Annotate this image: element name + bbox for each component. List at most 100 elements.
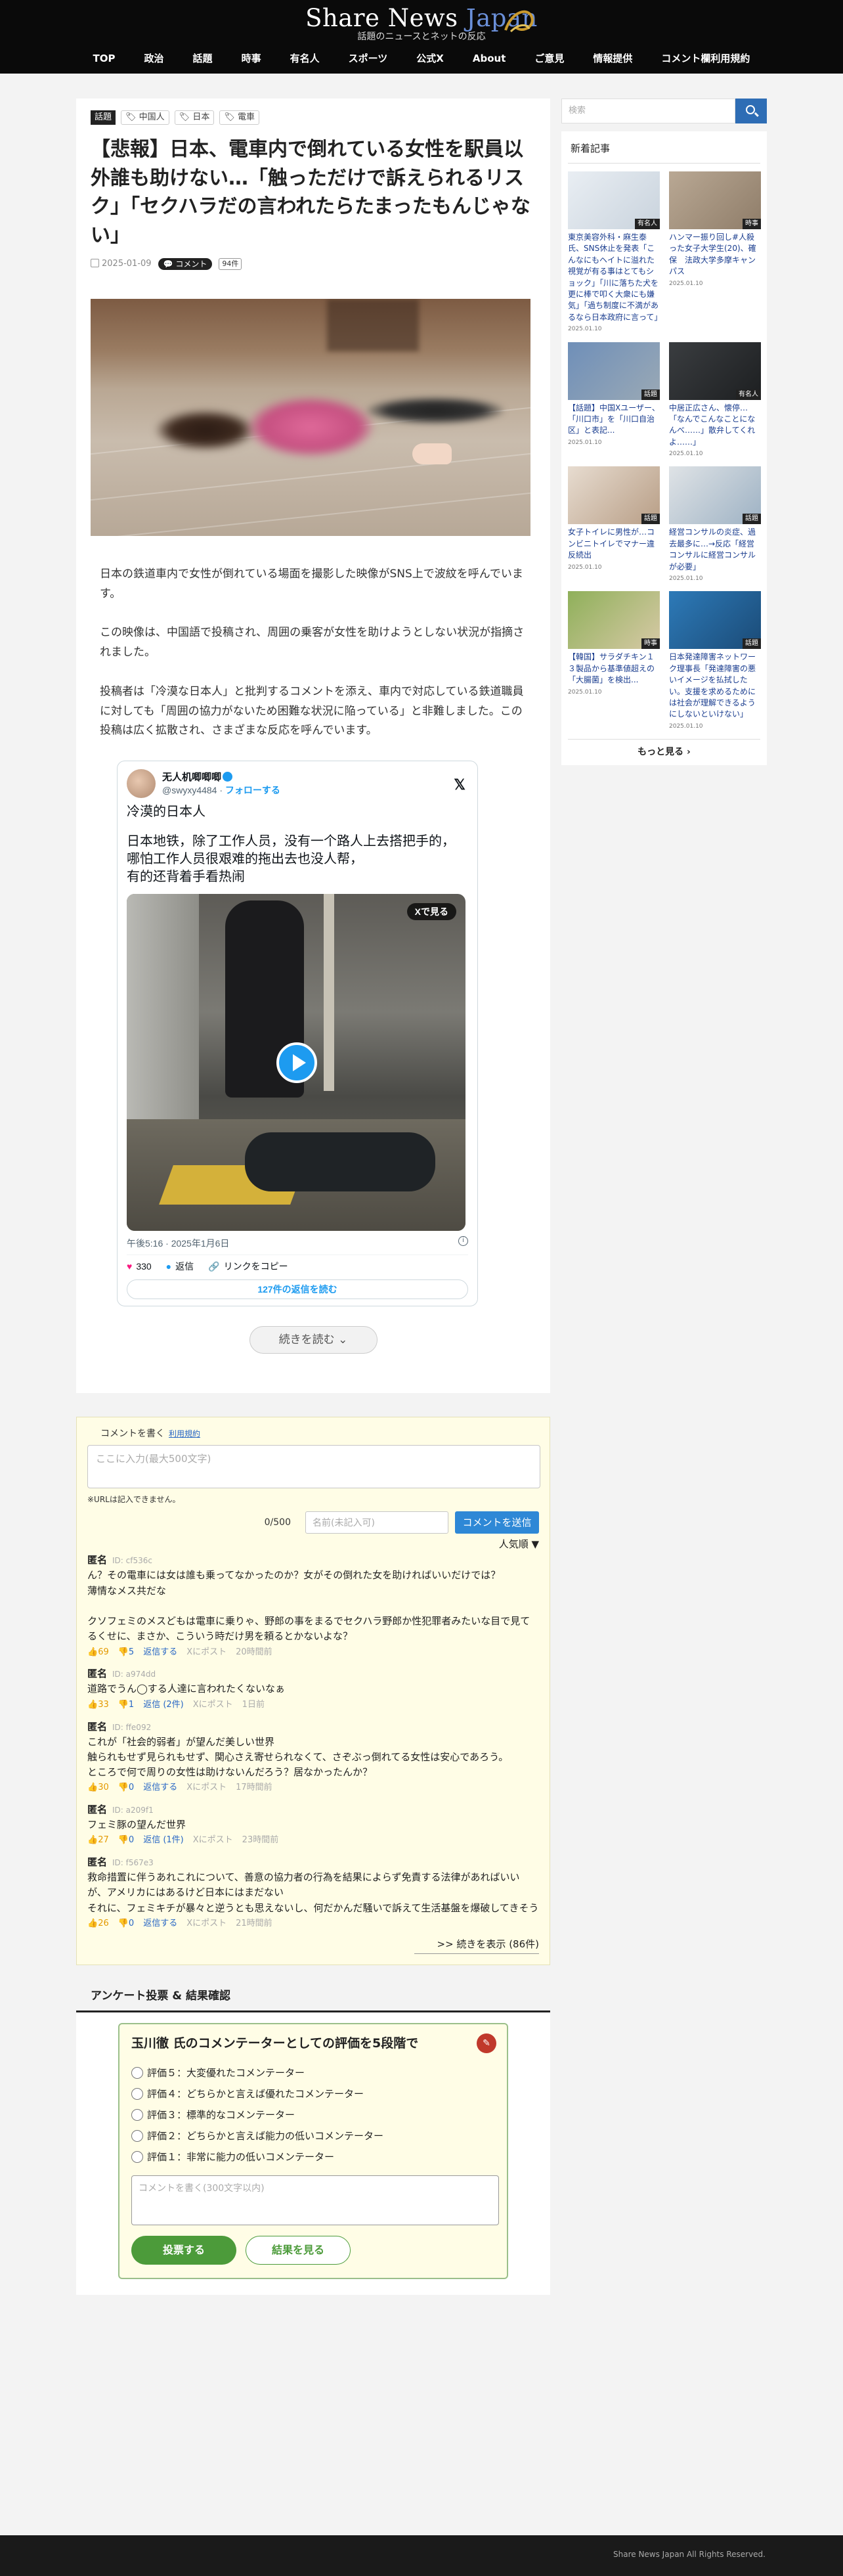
x-post-link[interactable]: Xにポスト <box>186 1917 227 1931</box>
survey-option[interactable]: 評価３：標準的なコメンテーター <box>131 2104 495 2125</box>
article-link[interactable]: ハンマー振り回し#人殺った女子大学生(20)、確保 法政大学多摩キャンパス <box>669 232 761 278</box>
survey-comment-textarea[interactable]: コメントを書く(300文字以内) <box>131 2175 499 2226</box>
like-button[interactable]: ♥ 330 <box>127 1259 152 1274</box>
copy-link-button[interactable]: 🔗 リンクをコピー <box>208 1259 288 1274</box>
reply-link[interactable]: 返信する <box>143 1917 177 1931</box>
article-link[interactable]: 経営コンサルの炎症、過去最多に…→反応「経営コンサルに経営コンサルが必要」 <box>669 527 761 573</box>
nav-item-tips[interactable]: 情報提供 <box>578 50 647 67</box>
article-thumbnail[interactable]: 話題 <box>568 466 660 525</box>
nav-item-topics[interactable]: 話題 <box>179 50 227 67</box>
article-thumbnail[interactable]: 有名人 <box>669 342 761 400</box>
good-button[interactable]: 👍33 <box>87 1699 109 1712</box>
new-article-card[interactable]: 話題 女子トイレに男性が…コンビニトイレでマナー違反続出 2025.01.10 <box>568 466 660 583</box>
tag[interactable]: 🏷 日本 <box>174 110 215 125</box>
play-icon[interactable] <box>276 1042 317 1084</box>
follow-link[interactable]: フォローする <box>225 785 280 795</box>
bad-button[interactable]: 👎1 <box>118 1699 134 1712</box>
reply-link[interactable]: 返信 (2件) <box>143 1699 184 1712</box>
see-more-link[interactable]: もっと見る › <box>568 739 760 759</box>
bad-button[interactable]: 👎0 <box>118 1834 134 1848</box>
reply-link[interactable]: 返信 (1件) <box>143 1834 184 1848</box>
nav-item-feedback[interactable]: ご意見 <box>520 50 578 67</box>
new-article-card[interactable]: 有名人 東京美容外科・麻生泰氏、SNS休止を発表「こんなにもヘイトに溢れた視覚が有… <box>568 171 662 334</box>
x-post-link[interactable]: Xにポスト <box>186 1781 227 1795</box>
article-thumbnail[interactable]: 話題 <box>568 342 660 400</box>
comment-actions: 👍33 👎1 返信 (2件) Xにポスト 1日前 <box>87 1699 539 1712</box>
article-thumbnail[interactable]: 話題 <box>669 591 761 650</box>
new-article-card[interactable]: 時事 ハンマー振り回し#人殺った女子大学生(20)、確保 法政大学多摩キャンパス 2… <box>669 171 761 334</box>
article-link[interactable]: 日本発達障害ネットワーク理事長「発達障害の悪いイメージを払拭したい。支援を求める… <box>669 652 761 720</box>
good-button[interactable]: 👍69 <box>87 1646 109 1660</box>
survey-option[interactable]: 評価５：大変優れたコメンテーター <box>131 2062 495 2083</box>
sort-select[interactable]: 人気順 ▼ <box>87 1536 539 1552</box>
good-button[interactable]: 👍30 <box>87 1781 109 1795</box>
nav-item-comment-terms[interactable]: コメント欄利用規約 <box>647 50 764 67</box>
nav-item-politics[interactable]: 政治 <box>130 50 179 67</box>
bad-button[interactable]: 👎5 <box>118 1646 134 1660</box>
radio-button[interactable] <box>131 2151 143 2164</box>
comment-body: これが「社会的弱者」が望んだ美しい世界 触られもせず見られもせず、関心さえ寄せら… <box>87 1735 509 1779</box>
article-thumbnail[interactable]: 話題 <box>669 466 761 525</box>
vote-button[interactable]: 投票する <box>131 2236 236 2265</box>
new-article-card[interactable]: 話題 日本発達障害ネットワーク理事長「発達障害の悪いイメージを払拭したい。支援を求… <box>669 591 761 731</box>
bad-button[interactable]: 👎0 <box>118 1917 134 1931</box>
article-link[interactable]: 中居正広さん、懐停…「なんでこんなことになんべ……」散弁してくれよ……」 <box>669 403 761 449</box>
article-link[interactable]: 【話題】中国Xユーザー、「川口市」を「川口自治区」と表記... <box>568 403 660 437</box>
nav-item-official-x[interactable]: 公式X <box>402 50 458 67</box>
tag[interactable]: 🏷 電車 <box>219 110 259 125</box>
radio-button[interactable] <box>131 2088 143 2100</box>
article-link[interactable]: 東京美容外科・麻生泰氏、SNS休止を発表「こんなにもヘイトに溢れた視覚が有る事は… <box>568 232 662 323</box>
name-input[interactable]: 名前(未記入可) <box>305 1511 448 1534</box>
good-button[interactable]: 👍26 <box>87 1917 109 1931</box>
new-article-card[interactable]: 話題 経営コンサルの炎症、過去最多に…→反応「経営コンサルに経営コンサルが必要」 2… <box>669 466 761 583</box>
x-post-link[interactable]: Xにポスト <box>193 1699 233 1712</box>
site-logo[interactable]: Share News Japan 話題のニュースとネットの反応 <box>0 4 843 42</box>
tweet-author-name[interactable]: 无人机唧唧唧 <box>162 771 280 784</box>
submit-comment-button[interactable]: コメントを送信 <box>455 1511 539 1534</box>
radio-button[interactable] <box>131 2130 143 2143</box>
x-post-link[interactable]: Xにポスト <box>186 1646 227 1660</box>
reply-link[interactable]: 返信する <box>143 1646 177 1660</box>
search-input[interactable]: 検索 <box>561 99 735 123</box>
show-more-comments-link[interactable]: >> 続きを表示 (86件) <box>414 1936 539 1954</box>
nav-item-current[interactable]: 時事 <box>227 50 276 67</box>
survey-option[interactable]: 評価１：非常に能力の低いコメンテーター <box>131 2146 495 2167</box>
article-thumbnail[interactable]: 有名人 <box>568 171 660 229</box>
radio-button[interactable] <box>131 2109 143 2121</box>
avatar[interactable] <box>127 769 156 799</box>
view-results-button[interactable]: 結果を見る <box>246 2236 351 2265</box>
bad-button[interactable]: 👎0 <box>118 1781 134 1795</box>
nav-item-celebrity[interactable]: 有名人 <box>276 50 334 67</box>
survey-option[interactable]: 評価４：どちらかと言えば優れたコメンテーター <box>131 2083 495 2104</box>
read-more-button[interactable]: 続きを読む ⌄ <box>249 1325 378 1354</box>
reply-button[interactable]: ● 返信 <box>166 1259 194 1274</box>
article-thumbnail[interactable]: 時事 <box>568 591 660 650</box>
nav-item-about[interactable]: About <box>458 50 521 67</box>
search-button[interactable] <box>735 99 767 123</box>
see-on-x-button[interactable]: Xで見る <box>406 903 456 921</box>
new-article-card[interactable]: 有名人 中居正広さん、懐停…「なんでこんなことになんべ……」散弁してくれよ……」 2… <box>669 342 761 459</box>
info-icon[interactable]: i <box>458 1236 468 1247</box>
read-replies-button[interactable]: 127件の返信を読む <box>127 1279 468 1299</box>
x-post-link[interactable]: Xにポスト <box>193 1834 233 1848</box>
nav-item-top[interactable]: TOP <box>79 50 130 67</box>
reply-link[interactable]: 返信する <box>143 1781 177 1795</box>
article-thumbnail[interactable]: 時事 <box>669 171 761 229</box>
article-link[interactable]: 女子トイレに男性が…コンビニトイレでマナー違反続出 <box>568 527 660 561</box>
reply-icon: ● <box>165 1261 172 1272</box>
article-link[interactable]: 【韓国】サラダチキン１３製品から基準値超えの「大腸菌」を検出... <box>568 652 660 686</box>
radio-button[interactable] <box>131 2067 143 2079</box>
comment-count-badge[interactable]: 💬 コメント <box>158 258 213 271</box>
x-logo-icon[interactable]: 𝕏 <box>454 773 465 796</box>
terms-link[interactable]: 利用規約 <box>169 1429 200 1438</box>
survey-option[interactable]: 評価２：どちらかと言えば能力の低いコメンテーター <box>131 2125 495 2146</box>
new-article-card[interactable]: 時事 【韓国】サラダチキン１３製品から基準値超えの「大腸菌」を検出... 2025.… <box>568 591 660 731</box>
comment-textarea[interactable]: ここに入力(最大500文字) <box>87 1445 540 1489</box>
new-article-card[interactable]: 話題 【話題】中国Xユーザー、「川口市」を「川口自治区」と表記... 2025.01… <box>568 342 660 459</box>
nav-item-sports[interactable]: スポーツ <box>334 50 402 67</box>
tag[interactable]: 🏷 中国人 <box>121 110 169 125</box>
hatena-bookmark-badge[interactable]: 94件 <box>219 258 242 271</box>
good-button[interactable]: 👍27 <box>87 1834 109 1848</box>
category-badge[interactable]: 話題 <box>91 110 116 125</box>
tweet-video[interactable]: Xで見る <box>127 894 465 1232</box>
